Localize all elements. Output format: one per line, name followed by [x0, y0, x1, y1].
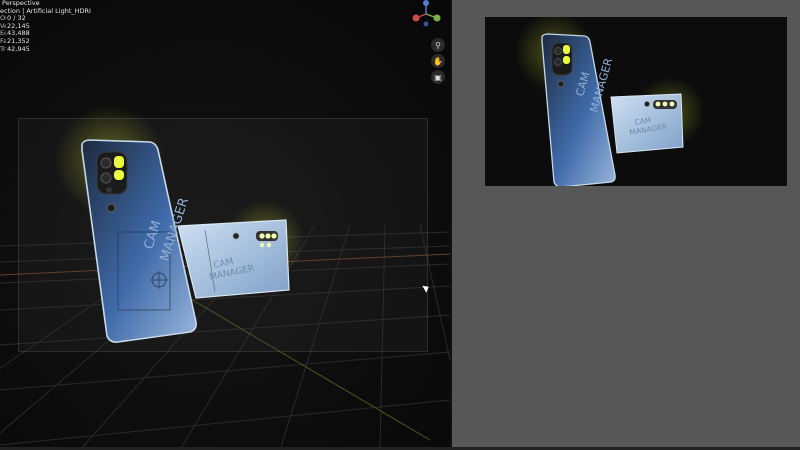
render-image: CAM MANAGER CAM MANAGER: [515, 17, 705, 186]
render-panel: CAM MANAGER CAM MANAGER: [452, 0, 800, 450]
render-preview: CAM MANAGER CAM MANAGER: [485, 17, 787, 186]
back-phone: CAM MANAGER: [177, 219, 290, 299]
stat-value: 42,945: [7, 44, 30, 53]
hand-pan-icon[interactable]: ✋: [431, 54, 445, 68]
3d-viewport[interactable]: CAM MANAGER CAM MANAGER Perspective ecti…: [0, 0, 450, 450]
navigation-gizmo[interactable]: [406, 0, 446, 28]
zoom-icon[interactable]: ⚲: [431, 38, 445, 52]
stat-row: Triangles42,945: [0, 44, 91, 54]
camera-view-icon[interactable]: ▣: [431, 70, 445, 84]
viewport-overlay: Perspective ection | Artificial Light_HD…: [0, 0, 91, 53]
phone-scene: CAM MANAGER CAM MANAGER: [55, 105, 305, 343]
front-phone: CAM MANAGER: [81, 139, 197, 343]
